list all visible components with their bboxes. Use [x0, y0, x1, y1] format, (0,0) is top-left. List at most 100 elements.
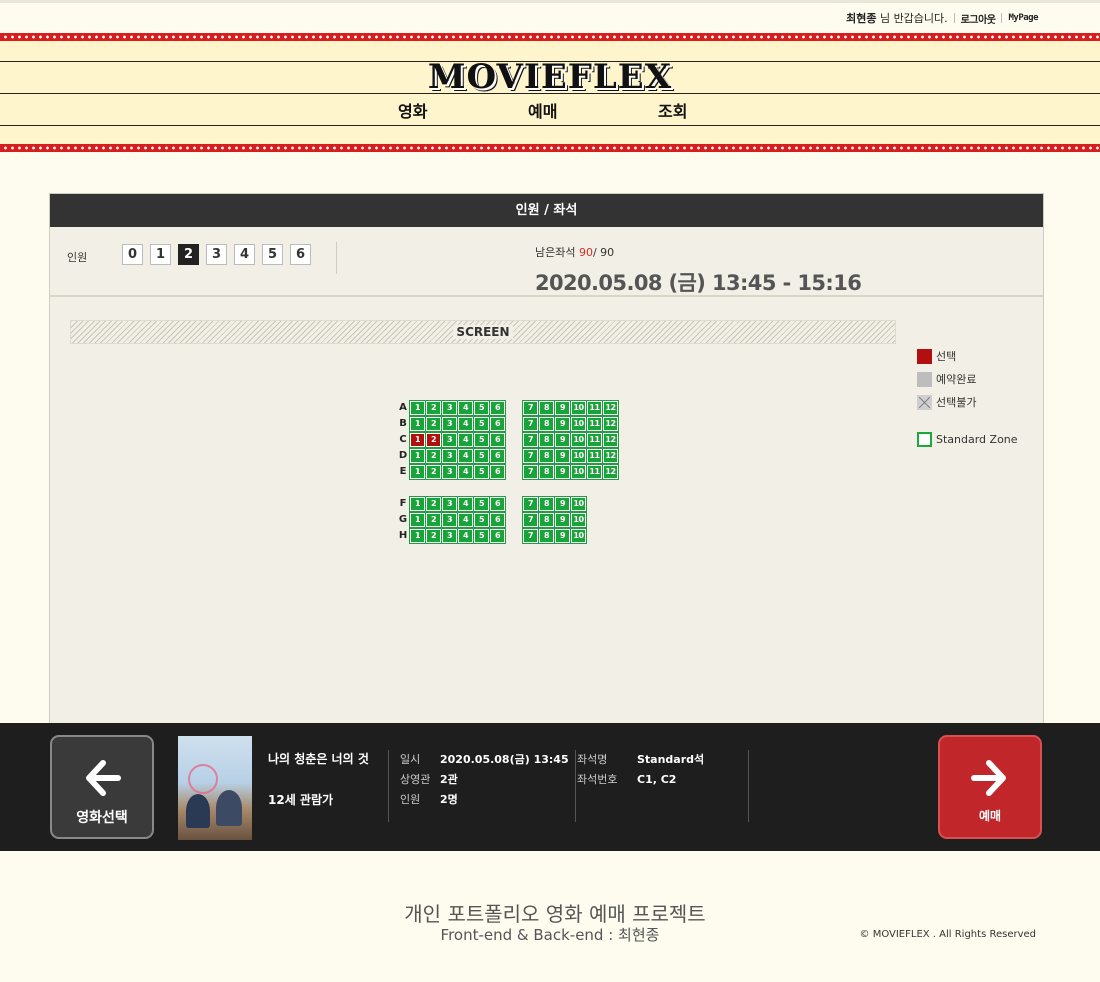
nav-lookup[interactable]: 조회: [658, 98, 687, 122]
seat-a3[interactable]: 3: [441, 399, 458, 416]
seat-g6[interactable]: 6: [489, 511, 506, 528]
seat-g7[interactable]: 7: [522, 511, 539, 528]
seat-d11[interactable]: 11: [586, 447, 603, 464]
seat-a8[interactable]: 8: [538, 399, 555, 416]
seat-c11[interactable]: 11: [586, 431, 603, 448]
seat-g9[interactable]: 9: [554, 511, 571, 528]
nav-booking[interactable]: 예매: [528, 98, 557, 122]
seat-h3[interactable]: 3: [441, 527, 458, 544]
seat-d3[interactable]: 3: [441, 447, 458, 464]
seat-b4[interactable]: 4: [457, 415, 474, 432]
seat-c3[interactable]: 3: [441, 431, 458, 448]
seat-b6[interactable]: 6: [489, 415, 506, 432]
seat-f4[interactable]: 4: [457, 495, 474, 512]
seat-a7[interactable]: 7: [522, 399, 539, 416]
seat-g1[interactable]: 1: [409, 511, 426, 528]
seat-e2[interactable]: 2: [425, 463, 442, 480]
logout-link[interactable]: 로그아웃: [961, 11, 996, 26]
people-count-6[interactable]: 6: [290, 244, 311, 265]
seat-f9[interactable]: 9: [554, 495, 571, 512]
logo[interactable]: MOVIEFLEX: [0, 57, 1100, 97]
seat-e10[interactable]: 10: [570, 463, 587, 480]
seat-e4[interactable]: 4: [457, 463, 474, 480]
seat-a2[interactable]: 2: [425, 399, 442, 416]
nav-movies[interactable]: 영화: [398, 98, 427, 122]
seat-c12[interactable]: 12: [602, 431, 619, 448]
seat-h4[interactable]: 4: [457, 527, 474, 544]
seat-e1[interactable]: 1: [409, 463, 426, 480]
seat-b9[interactable]: 9: [554, 415, 571, 432]
seat-b8[interactable]: 8: [538, 415, 555, 432]
seat-d6[interactable]: 6: [489, 447, 506, 464]
seat-e9[interactable]: 9: [554, 463, 571, 480]
seat-a12[interactable]: 12: [602, 399, 619, 416]
seat-d2[interactable]: 2: [425, 447, 442, 464]
seat-h10[interactable]: 10: [570, 527, 587, 544]
seat-d5[interactable]: 5: [473, 447, 490, 464]
seat-h9[interactable]: 9: [554, 527, 571, 544]
seat-e6[interactable]: 6: [489, 463, 506, 480]
back-to-movie-button[interactable]: 영화선택: [50, 735, 154, 839]
seat-d1[interactable]: 1: [409, 447, 426, 464]
seat-a5[interactable]: 5: [473, 399, 490, 416]
seat-b3[interactable]: 3: [441, 415, 458, 432]
mypage-link[interactable]: MyPage: [1008, 13, 1038, 23]
seat-g10[interactable]: 10: [570, 511, 587, 528]
seat-d9[interactable]: 9: [554, 447, 571, 464]
seat-f1[interactable]: 1: [409, 495, 426, 512]
seat-f5[interactable]: 5: [473, 495, 490, 512]
seat-b1[interactable]: 1: [409, 415, 426, 432]
seat-c1[interactable]: 1: [409, 431, 426, 448]
seat-e3[interactable]: 3: [441, 463, 458, 480]
seat-c9[interactable]: 9: [554, 431, 571, 448]
seat-g3[interactable]: 3: [441, 511, 458, 528]
seat-e8[interactable]: 8: [538, 463, 555, 480]
people-count-0[interactable]: 0: [122, 244, 143, 265]
people-count-5[interactable]: 5: [262, 244, 283, 265]
seat-d10[interactable]: 10: [570, 447, 587, 464]
seat-f2[interactable]: 2: [425, 495, 442, 512]
seat-b2[interactable]: 2: [425, 415, 442, 432]
seat-e5[interactable]: 5: [473, 463, 490, 480]
seat-e11[interactable]: 11: [586, 463, 603, 480]
seat-b12[interactable]: 12: [602, 415, 619, 432]
seat-a1[interactable]: 1: [409, 399, 426, 416]
seat-f7[interactable]: 7: [522, 495, 539, 512]
seat-c10[interactable]: 10: [570, 431, 587, 448]
seat-a6[interactable]: 6: [489, 399, 506, 416]
seat-b5[interactable]: 5: [473, 415, 490, 432]
seat-d4[interactable]: 4: [457, 447, 474, 464]
people-count-2[interactable]: 2: [178, 244, 199, 265]
seat-d7[interactable]: 7: [522, 447, 539, 464]
seat-a4[interactable]: 4: [457, 399, 474, 416]
seat-a11[interactable]: 11: [586, 399, 603, 416]
seat-f10[interactable]: 10: [570, 495, 587, 512]
seat-f8[interactable]: 8: [538, 495, 555, 512]
seat-f6[interactable]: 6: [489, 495, 506, 512]
seat-d12[interactable]: 12: [602, 447, 619, 464]
people-count-4[interactable]: 4: [234, 244, 255, 265]
seat-g5[interactable]: 5: [473, 511, 490, 528]
seat-h2[interactable]: 2: [425, 527, 442, 544]
seat-e7[interactable]: 7: [522, 463, 539, 480]
seat-c2[interactable]: 2: [425, 431, 442, 448]
seat-c6[interactable]: 6: [489, 431, 506, 448]
seat-h5[interactable]: 5: [473, 527, 490, 544]
seat-g4[interactable]: 4: [457, 511, 474, 528]
seat-c8[interactable]: 8: [538, 431, 555, 448]
seat-h7[interactable]: 7: [522, 527, 539, 544]
seat-f3[interactable]: 3: [441, 495, 458, 512]
people-count-1[interactable]: 1: [150, 244, 171, 265]
seat-a9[interactable]: 9: [554, 399, 571, 416]
seat-g2[interactable]: 2: [425, 511, 442, 528]
seat-a10[interactable]: 10: [570, 399, 587, 416]
seat-d8[interactable]: 8: [538, 447, 555, 464]
seat-c7[interactable]: 7: [522, 431, 539, 448]
seat-c4[interactable]: 4: [457, 431, 474, 448]
seat-h1[interactable]: 1: [409, 527, 426, 544]
seat-h6[interactable]: 6: [489, 527, 506, 544]
seat-h8[interactable]: 8: [538, 527, 555, 544]
seat-e12[interactable]: 12: [602, 463, 619, 480]
seat-b10[interactable]: 10: [570, 415, 587, 432]
seat-b7[interactable]: 7: [522, 415, 539, 432]
